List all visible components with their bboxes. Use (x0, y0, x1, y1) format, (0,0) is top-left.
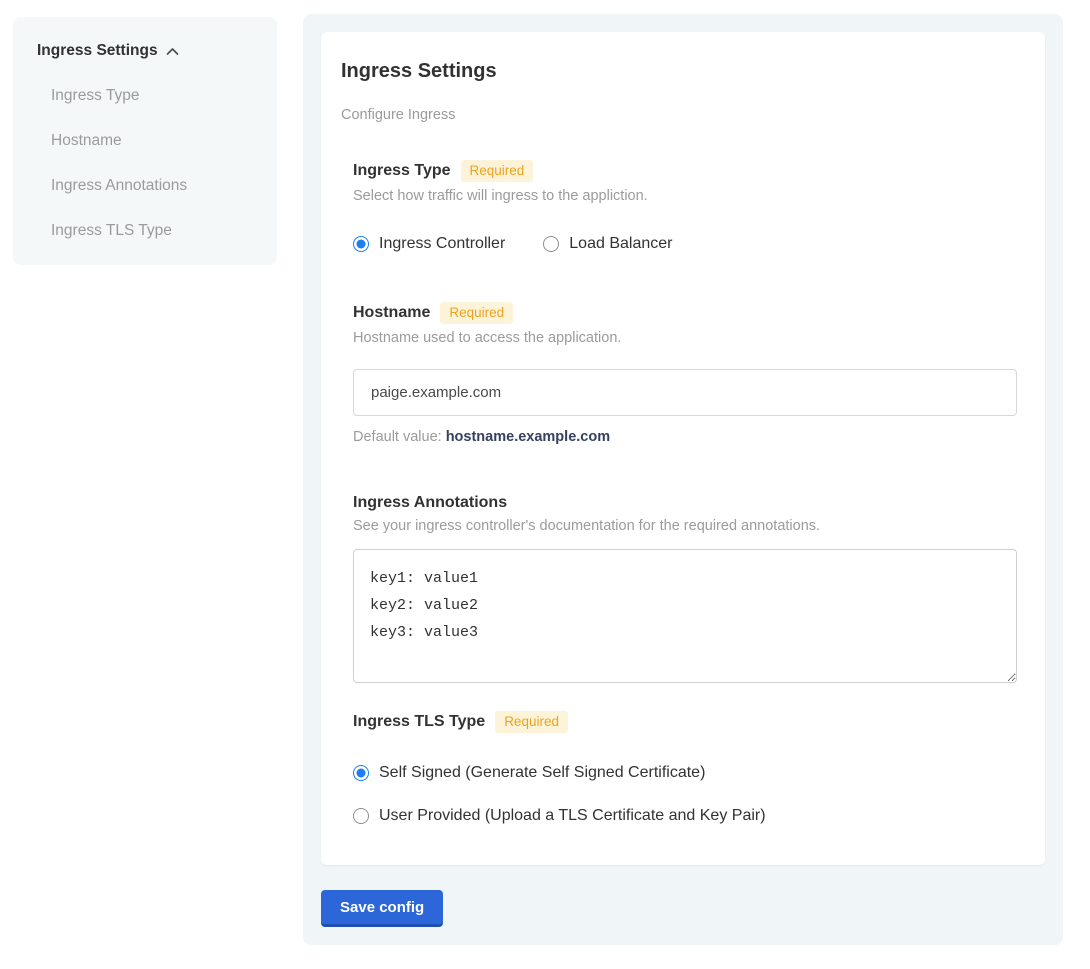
radio-user-provided[interactable]: User Provided (Upload a TLS Certificate … (353, 807, 1013, 825)
ingress-annotations-help-text: See your ingress controller's documentat… (353, 518, 1013, 534)
radio-ingress-controller[interactable]: Ingress Controller (353, 235, 505, 253)
radio-user-provided-label: User Provided (Upload a TLS Certificate … (379, 807, 766, 825)
required-badge: Required (495, 711, 568, 733)
radio-load-balancer-label: Load Balancer (569, 235, 672, 253)
sidebar-group-ingress-settings[interactable]: Ingress Settings (37, 42, 257, 60)
sidebar-item-ingress-tls-type[interactable]: Ingress TLS Type (51, 222, 257, 240)
radio-unselected-icon (543, 236, 559, 252)
radio-self-signed-label: Self Signed (Generate Self Signed Certif… (379, 764, 705, 782)
chevron-up-icon (166, 47, 179, 56)
ingress-type-help-text: Select how traffic will ingress to the a… (353, 188, 1013, 204)
hostname-label: Hostname (353, 304, 430, 322)
page-subtitle: Configure Ingress (341, 107, 1013, 123)
section-ingress-tls-type: Ingress TLS Type Required Self Signed (G… (353, 711, 1013, 825)
radio-self-signed[interactable]: Self Signed (Generate Self Signed Certif… (353, 764, 1013, 782)
ingress-type-label: Ingress Type (353, 162, 451, 180)
sidebar-item-ingress-annotations[interactable]: Ingress Annotations (51, 177, 257, 195)
page-title: Ingress Settings (341, 60, 1013, 83)
required-badge: Required (461, 160, 534, 182)
section-ingress-type: Ingress Type Required Select how traffic… (353, 160, 1013, 253)
hostname-input[interactable] (353, 369, 1017, 416)
section-ingress-annotations: Ingress Annotations See your ingress con… (353, 494, 1013, 688)
sidebar-item-list: Ingress Type Hostname Ingress Annotation… (37, 87, 257, 240)
config-page: Ingress Settings Ingress Type Hostname I… (0, 0, 1090, 969)
config-main-panel: Ingress Settings Configure Ingress Ingre… (303, 14, 1063, 945)
sidebar-item-ingress-type[interactable]: Ingress Type (51, 87, 257, 105)
hostname-default-line: Default value: hostname.example.com (353, 429, 1013, 445)
ingress-settings-card: Ingress Settings Configure Ingress Ingre… (321, 32, 1045, 865)
default-value-text[interactable]: hostname.example.com (446, 429, 610, 445)
default-value-prefix: Default value: (353, 429, 442, 445)
ingress-type-radio-group: Ingress Controller Load Balancer (353, 235, 1013, 253)
ingress-tls-type-label: Ingress TLS Type (353, 713, 485, 731)
radio-selected-icon (353, 765, 369, 781)
radio-ingress-controller-label: Ingress Controller (379, 235, 505, 253)
radio-unselected-icon (353, 808, 369, 824)
radio-load-balancer[interactable]: Load Balancer (543, 235, 672, 253)
section-hostname: Hostname Required Hostname used to acces… (353, 302, 1013, 445)
radio-selected-icon (353, 236, 369, 252)
sidebar-group-label: Ingress Settings (37, 42, 158, 60)
ingress-tls-radio-group: Self Signed (Generate Self Signed Certif… (353, 764, 1013, 825)
ingress-annotations-textarea[interactable]: key1: value1 key2: value2 key3: value3 (353, 549, 1017, 683)
config-nav-sidebar: Ingress Settings Ingress Type Hostname I… (13, 17, 277, 265)
sidebar-item-hostname[interactable]: Hostname (51, 132, 257, 150)
ingress-annotations-label: Ingress Annotations (353, 494, 507, 512)
hostname-help-text: Hostname used to access the application. (353, 330, 1013, 346)
save-config-button[interactable]: Save config (321, 890, 443, 927)
required-badge: Required (440, 302, 513, 324)
